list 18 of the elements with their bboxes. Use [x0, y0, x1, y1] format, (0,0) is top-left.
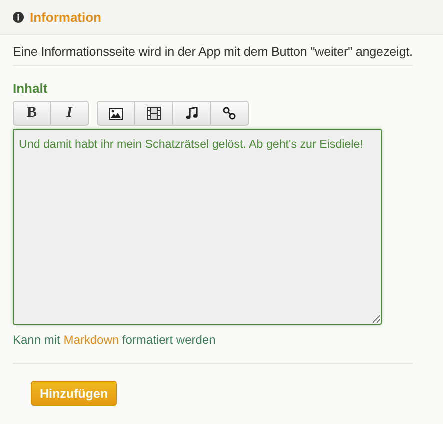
- format-button[interactable]: I: [51, 101, 89, 126]
- content-textarea[interactable]: Und damit habt ihr mein Schatzrätsel gelöst. Ab geht's zur Eisdiele!: [13, 129, 382, 325]
- film-icon: [146, 107, 160, 120]
- toolbar-button[interactable]: [211, 101, 249, 126]
- markdown-link[interactable]: Markdown: [64, 333, 120, 347]
- field-label: Inhalt: [13, 81, 49, 96]
- image-icon: [109, 108, 123, 120]
- description-text: Eine Informationsseite wird in der App mit dem Button "weiter" angezeigt.: [13, 35, 413, 66]
- toolbar-button[interactable]: [97, 101, 135, 126]
- help-text: Kann mit Markdown formatiert werden: [13, 333, 217, 347]
- chain-link-icon: [223, 107, 236, 120]
- music-note-icon: [186, 107, 198, 120]
- add-button[interactable]: Hinzufügen: [31, 381, 117, 406]
- toolbar-button[interactable]: [135, 101, 173, 126]
- format-button[interactable]: B: [13, 101, 51, 126]
- info-icon: [13, 12, 24, 22]
- panel-title: Information: [30, 10, 102, 24]
- toolbar-button[interactable]: [173, 101, 211, 126]
